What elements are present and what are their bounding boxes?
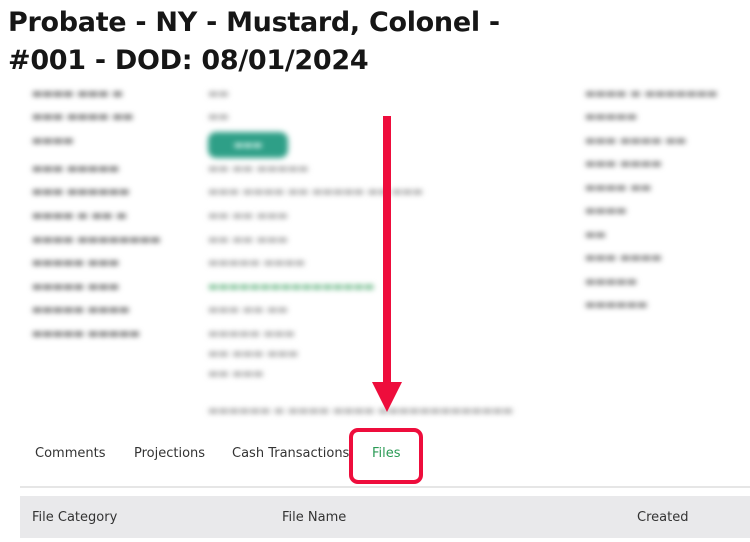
- blurred-label: ▬▬▬▬▬▬: [585, 298, 648, 311]
- blurred-label: ▬▬▬ ▬▬▬▬▬: [32, 162, 119, 175]
- blurred-label: ▬▬▬ ▬▬▬▬ ▬▬: [32, 110, 134, 123]
- blurred-label: ▬▬▬▬▬ ▬▬▬▬▬: [32, 327, 140, 340]
- tabs-divider: [20, 486, 750, 488]
- blurred-label: ▬▬▬▬▬ ▬▬▬: [32, 280, 119, 293]
- column-header-created[interactable]: Created: [637, 510, 688, 525]
- annotation-arrow-shaft: [383, 116, 391, 386]
- annotation-arrow-head-icon: [372, 382, 402, 412]
- blurred-label: ▬▬▬ ▬▬▬▬: [585, 157, 662, 170]
- column-header-file-name[interactable]: File Name: [282, 510, 346, 525]
- blurred-label: ▬▬▬▬▬ ▬▬▬: [32, 256, 119, 269]
- blurred-label: ▬▬▬▬: [585, 204, 627, 217]
- blurred-value: ▬▬ ▬▬▬: [208, 367, 264, 380]
- blurred-value: ▬▬▬▬▬▬▬▬▬▬▬▬▬▬▬▬: [208, 280, 375, 293]
- tab-projections[interactable]: Projections: [134, 446, 205, 461]
- blurred-value: ▬▬ ▬▬ ▬▬▬: [208, 209, 288, 222]
- blurred-label: ▬▬▬▬▬: [585, 275, 637, 288]
- blurred-label: ▬▬▬▬ ▬ ▬▬ ▬: [32, 209, 127, 222]
- blurred-status-pill: ▬▬▬: [208, 132, 288, 158]
- blurred-value: ▬▬: [208, 110, 229, 123]
- blurred-label: ▬▬▬ ▬▬▬▬: [585, 251, 662, 264]
- files-table-header: File Category File Name Created: [20, 496, 750, 538]
- blurred-label: ▬▬▬▬ ▬▬▬▬▬▬▬▬: [32, 233, 161, 246]
- blurred-value: ▬▬ ▬▬ ▬▬▬: [208, 233, 288, 246]
- blurred-value: ▬▬▬▬▬▬ ▬ ▬▬▬▬ ▬▬▬▬ ▬▬▬▬▬▬▬▬▬▬▬▬▬: [208, 404, 513, 417]
- blurred-label: ▬▬▬▬: [32, 134, 74, 147]
- page-title: Probate - NY - Mustard, Colonel - #001 -…: [8, 7, 500, 76]
- blurred-label: ▬▬▬▬ ▬▬: [585, 181, 652, 194]
- blurred-value: ▬▬▬ ▬▬ ▬▬: [208, 303, 288, 316]
- tab-cash-transactions[interactable]: Cash Transactions: [232, 446, 349, 461]
- blurred-label: ▬▬▬▬▬ ▬▬▬▬: [32, 303, 130, 316]
- blurred-label: ▬▬▬▬▬: [585, 110, 637, 123]
- blurred-label: ▬▬: [585, 228, 606, 241]
- blurred-value: ▬▬ ▬▬▬ ▬▬▬: [208, 347, 299, 360]
- blurred-value: ▬▬▬▬▬ ▬▬▬▬: [208, 256, 306, 269]
- blurred-label: ▬▬▬▬ ▬▬▬ ▬: [32, 87, 123, 100]
- tab-comments[interactable]: Comments: [35, 446, 105, 461]
- annotation-highlight-box: [349, 428, 423, 484]
- blurred-value: ▬▬: [208, 87, 229, 100]
- column-header-file-category[interactable]: File Category: [32, 510, 117, 525]
- blurred-label: ▬▬▬ ▬▬▬▬ ▬▬: [585, 134, 687, 147]
- blurred-value: ▬▬▬▬▬ ▬▬▬: [208, 327, 295, 340]
- blurred-label: ▬▬▬ ▬▬▬▬▬▬: [32, 185, 130, 198]
- blurred-label: ▬▬▬▬ ▬ ▬▬▬▬▬▬▬: [585, 87, 718, 100]
- blurred-value: ▬▬ ▬▬ ▬▬▬▬▬: [208, 162, 309, 175]
